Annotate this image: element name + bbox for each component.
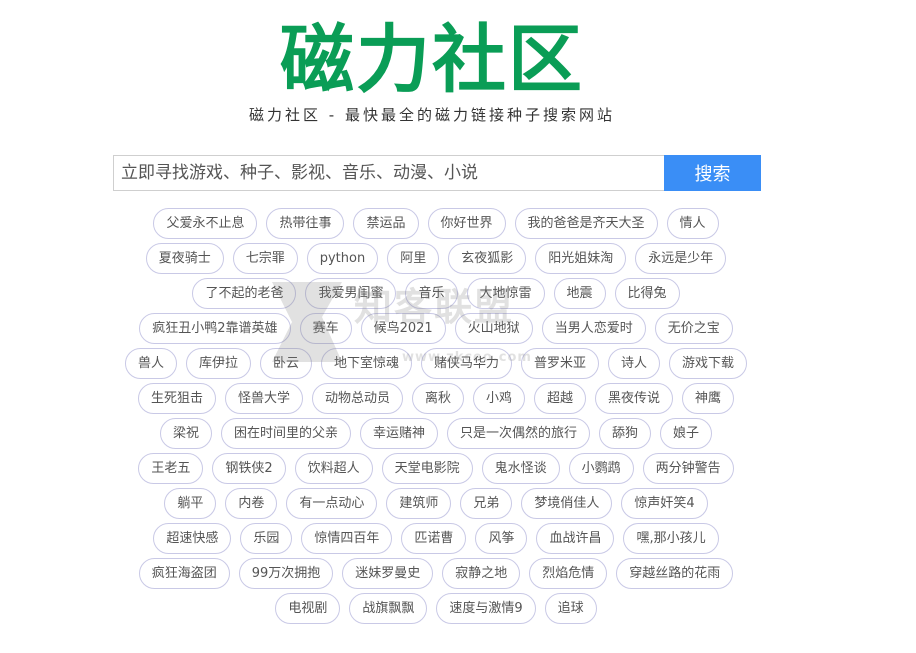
tag-link[interactable]: 赛车 (299, 313, 352, 344)
tag-link[interactable]: 动物总动员 (311, 383, 403, 414)
tag-link[interactable]: 兄弟 (460, 488, 513, 519)
tag-link[interactable]: 梁祝 (159, 418, 212, 449)
tag-link[interactable]: 舔狗 (599, 418, 652, 449)
tag-link[interactable]: 只是一次偶然的旅行 (447, 418, 591, 449)
site-tagline: 磁力社区 - 最快最全的磁力链接种子搜索网站 (249, 106, 615, 124)
hot-tags: 父爱永不止息 热带往事 禁运品 你好世界 我的爸爸是齐天大圣 情人 夏夜骑士 七宗罪 pytho… (118, 208, 754, 628)
tag-link[interactable]: 火山地狱 (454, 313, 533, 344)
tag-row: 父爱永不止息 热带往事 禁运品 你好世界 我的爸爸是齐天大圣 情人 (153, 208, 719, 243)
tag-link[interactable]: 迷妹罗曼史 (342, 558, 434, 589)
tag-link[interactable]: 困在时间里的父亲 (220, 418, 351, 449)
tag-link[interactable]: 诗人 (608, 348, 661, 379)
tag-link[interactable]: 速度与激情9 (436, 593, 536, 624)
tag-link[interactable]: 父爱永不止息 (153, 208, 258, 239)
tag-link[interactable]: 惊声奸笑4 (621, 488, 708, 519)
tag-link[interactable]: 怪兽大学 (224, 383, 303, 414)
tag-link[interactable]: 两分钟警告 (642, 453, 734, 484)
tag-link[interactable]: 穿越丝路的花雨 (616, 558, 734, 589)
tag-link[interactable]: 惊情四百年 (301, 523, 393, 554)
tag-link[interactable]: 超速快感 (153, 523, 232, 554)
tag-link[interactable]: 阳光姐妹淘 (535, 243, 627, 274)
tag-link[interactable]: 游戏下载 (669, 348, 748, 379)
tag-link[interactable]: 音乐 (405, 278, 458, 309)
tag-link[interactable]: 幸运赌神 (359, 418, 438, 449)
tag-link[interactable]: 追球 (544, 593, 597, 624)
page: 磁力社区 磁力社区 - 最快最全的磁力链接种子搜索网站 搜索 父爱永不止息热带往… (0, 0, 916, 653)
tag-link[interactable]: 普罗米亚 (521, 348, 600, 379)
tag-link[interactable]: 黑夜传说 (595, 383, 674, 414)
tag-row: 夏夜骑士 七宗罪 python 阿里 玄夜狐影 阳光姐妹淘 永远是少年 (145, 243, 727, 278)
tag-row: 超速快感 乐园 惊情四百年 匹诺曹 风筝 血战许昌 嘿,那小孩儿 (153, 523, 719, 558)
tag-link[interactable]: 99万次拥抱 (238, 558, 334, 589)
tag-row: 疯狂丑小鸭2靠谱英雄 赛车 候鸟2021 火山地狱 当男人恋爱时 无价之宝 (139, 313, 733, 348)
tag-link[interactable]: 匹诺曹 (401, 523, 467, 554)
tag-row: 生死狙击 怪兽大学 动物总动员 离秋 小鸡 超越 黑夜传说 神鹰 (137, 383, 735, 418)
tag-link[interactable]: 有一点动心 (286, 488, 378, 519)
tag-link[interactable]: 天堂电影院 (381, 453, 473, 484)
tag-link[interactable]: 情人 (666, 208, 719, 239)
tag-link[interactable]: 血战许昌 (536, 523, 615, 554)
tag-link[interactable]: 战旗飘飘 (349, 593, 428, 624)
tag-link[interactable]: 阿里 (387, 243, 440, 274)
tag-link[interactable]: 疯狂丑小鸭2靠谱英雄 (139, 313, 291, 344)
tag-link[interactable]: 小鸡 (473, 383, 526, 414)
tag-link[interactable]: 疯狂海盗团 (138, 558, 230, 589)
tag-link[interactable]: 了不起的老爸 (192, 278, 297, 309)
tag-link[interactable]: 卧云 (259, 348, 312, 379)
tag-link[interactable]: 娘子 (660, 418, 713, 449)
tag-link[interactable]: 库伊拉 (185, 348, 251, 379)
search-button[interactable]: 搜索 (664, 155, 761, 191)
tag-link[interactable]: 兽人 (124, 348, 177, 379)
tag-link[interactable]: 热带往事 (266, 208, 345, 239)
tag-link[interactable]: 玄夜狐影 (448, 243, 527, 274)
tag-row: 躺平 内卷 有一点动心 建筑师 兄弟 梦境俏佳人 惊声奸笑4 (164, 488, 708, 523)
tag-row: 兽人 库伊拉 卧云 地下室惊魂 赌侠马华力 普罗米亚 诗人 游戏下载 (124, 348, 748, 383)
tag-link[interactable]: 建筑师 (386, 488, 452, 519)
tag-link[interactable]: 大地惊雷 (466, 278, 545, 309)
tag-link[interactable]: 我的爸爸是齐天大圣 (514, 208, 658, 239)
tag-link[interactable]: 地震 (553, 278, 606, 309)
tag-link[interactable]: 饮料超人 (294, 453, 373, 484)
tag-link[interactable]: 躺平 (164, 488, 217, 519)
tag-link[interactable]: 嘿,那小孩儿 (623, 523, 719, 554)
search-form: 搜索 (113, 155, 761, 191)
tag-link[interactable]: 鬼水怪谈 (481, 453, 560, 484)
tag-link[interactable]: 乐园 (240, 523, 293, 554)
tag-link[interactable]: 小鹦鹉 (568, 453, 634, 484)
tag-link[interactable]: 寂静之地 (442, 558, 521, 589)
tag-link[interactable]: 七宗罪 (232, 243, 298, 274)
tag-link[interactable]: 夏夜骑士 (145, 243, 224, 274)
tag-row: 疯狂海盗团 99万次拥抱 迷妹罗曼史 寂静之地 烈焰危情 穿越丝路的花雨 (138, 558, 734, 593)
tag-link[interactable]: 梦境俏佳人 (521, 488, 613, 519)
tag-link[interactable]: 候鸟2021 (360, 313, 446, 344)
tag-row: 了不起的老爸 我爱男闺蜜 音乐 大地惊雷 地震 比得兔 (192, 278, 680, 313)
tag-link[interactable]: 电视剧 (275, 593, 341, 624)
tag-link[interactable]: 神鹰 (682, 383, 735, 414)
tag-link[interactable]: 内卷 (225, 488, 278, 519)
tag-link[interactable]: 钢铁侠2 (212, 453, 286, 484)
tag-link[interactable]: 当男人恋爱时 (541, 313, 646, 344)
tag-link[interactable]: 烈焰危情 (529, 558, 608, 589)
tag-link[interactable]: 你好世界 (427, 208, 506, 239)
tag-link[interactable]: python (306, 243, 379, 274)
tag-link[interactable]: 地下室惊魂 (320, 348, 412, 379)
tag-link[interactable]: 离秋 (411, 383, 464, 414)
tag-link[interactable]: 永远是少年 (635, 243, 727, 274)
tag-row: 王老五 钢铁侠2 饮料超人 天堂电影院 鬼水怪谈 小鹦鹉 两分钟警告 (138, 453, 734, 488)
tag-link[interactable]: 超越 (534, 383, 587, 414)
tag-link[interactable]: 赌侠马华力 (421, 348, 513, 379)
tag-link[interactable]: 比得兔 (614, 278, 680, 309)
tag-link[interactable]: 禁运品 (353, 208, 419, 239)
tag-link[interactable]: 生死狙击 (137, 383, 216, 414)
tag-link[interactable]: 无价之宝 (654, 313, 733, 344)
tag-link[interactable]: 风筝 (475, 523, 528, 554)
tag-link[interactable]: 王老五 (138, 453, 204, 484)
site-logo[interactable]: 磁力社区 (0, 14, 890, 106)
tag-row: 梁祝 困在时间里的父亲 幸运赌神 只是一次偶然的旅行 舔狗 娘子 (159, 418, 713, 453)
search-input[interactable] (113, 155, 664, 191)
tag-link[interactable]: 我爱男闺蜜 (305, 278, 397, 309)
tag-row: 电视剧 战旗飘飘 速度与激情9 追球 (275, 593, 597, 628)
